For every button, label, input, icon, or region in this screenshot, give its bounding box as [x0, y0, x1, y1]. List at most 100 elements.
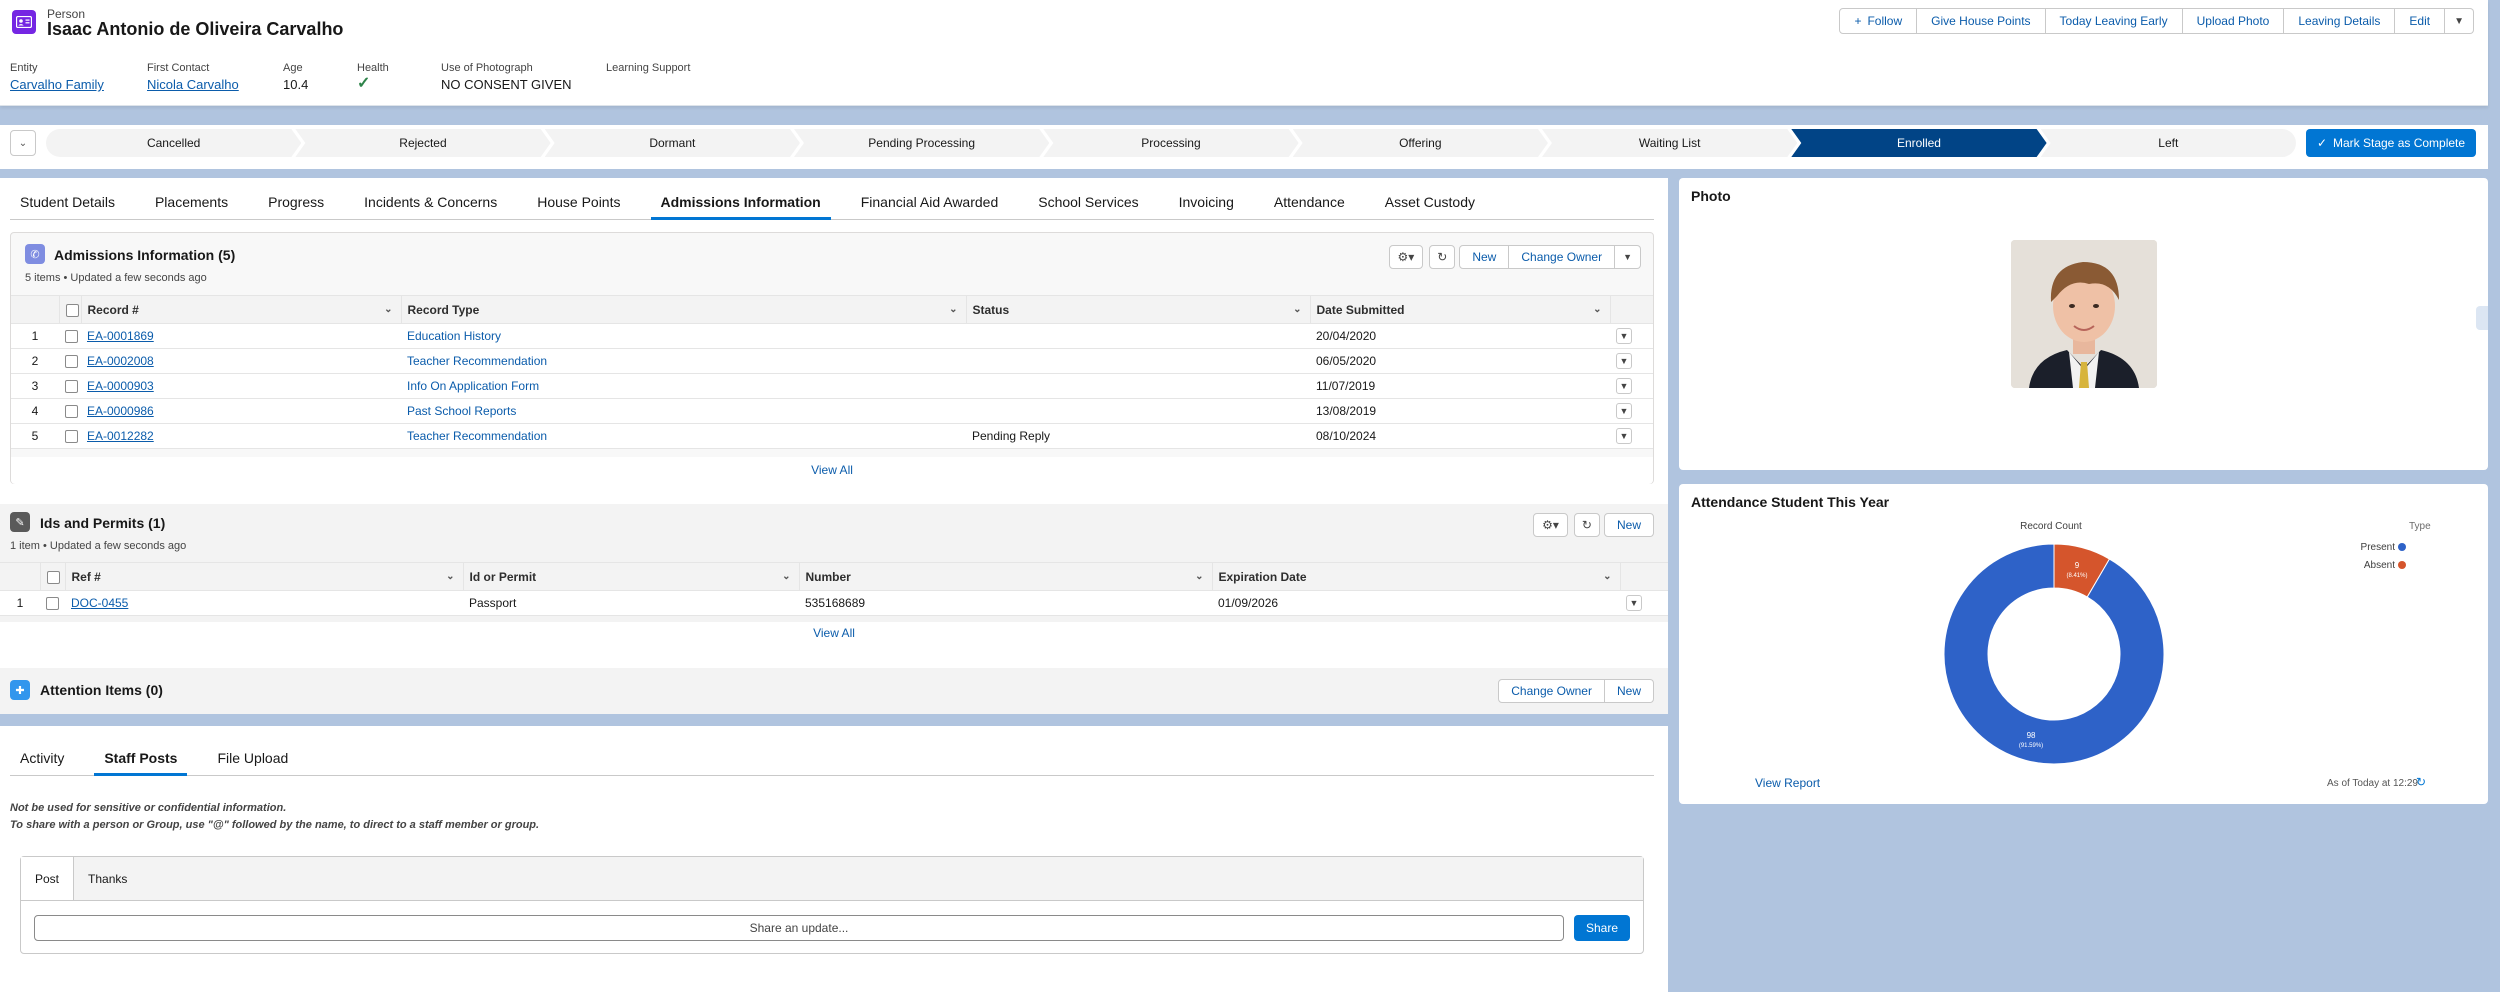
- new-id-button[interactable]: New: [1603, 513, 1654, 537]
- stage-left[interactable]: Left: [2040, 129, 2296, 157]
- tab-activity[interactable]: Activity: [10, 738, 74, 775]
- column-header[interactable]: Record Type ⌄: [400, 295, 966, 324]
- change-owner-button[interactable]: Change Owner: [1509, 245, 1616, 269]
- first-contact-link[interactable]: Nicola Carvalho: [147, 77, 239, 92]
- tab-incidents-concerns[interactable]: Incidents & Concerns: [354, 178, 507, 219]
- row-actions-button[interactable]: ▼: [1616, 378, 1632, 394]
- chevron-down-icon: ⌄: [1603, 571, 1612, 582]
- select-all-checkbox[interactable]: [46, 570, 60, 584]
- publisher-tab-post[interactable]: Post: [21, 857, 75, 900]
- record-number-link[interactable]: EA-0001869: [87, 329, 154, 343]
- record-number-link[interactable]: EA-0012282: [87, 429, 154, 443]
- share-update-input[interactable]: Share an update...: [34, 915, 1564, 941]
- refresh-button[interactable]: ↻: [1429, 245, 1456, 269]
- record-type-link[interactable]: Info On Application Form: [407, 379, 539, 393]
- give-house-points-button[interactable]: Give House Points: [1917, 8, 2046, 34]
- header-actions: + Follow Give House Points Today Leaving …: [1839, 8, 2474, 34]
- row-checkbox[interactable]: [65, 380, 78, 394]
- attention-icon: ✚: [10, 680, 30, 700]
- tab-invoicing[interactable]: Invoicing: [1169, 178, 1244, 219]
- tab-attendance[interactable]: Attendance: [1264, 178, 1355, 219]
- column-header[interactable]: Ref # ⌄: [64, 562, 463, 591]
- tab-financial-aid[interactable]: Financial Aid Awarded: [851, 178, 1009, 219]
- legend-swatch-present[interactable]: [2398, 543, 2406, 551]
- tab-student-details[interactable]: Student Details: [10, 178, 125, 219]
- row-checkbox[interactable]: [65, 430, 78, 444]
- more-actions-button[interactable]: ▼: [2445, 8, 2474, 34]
- stage-enrolled[interactable]: Enrolled: [1791, 129, 2046, 157]
- row-actions-button[interactable]: ▼: [1616, 428, 1632, 444]
- feed-tabs: Activity Staff Posts File Upload: [10, 738, 1654, 776]
- follow-button[interactable]: + Follow: [1839, 8, 1918, 34]
- column-header[interactable]: Status ⌄: [965, 295, 1310, 324]
- tab-asset-custody[interactable]: Asset Custody: [1375, 178, 1485, 219]
- publisher-tab-thanks[interactable]: Thanks: [74, 857, 141, 900]
- column-header[interactable]: Date Submitted ⌄: [1309, 295, 1610, 324]
- select-all-checkbox[interactable]: [65, 303, 79, 317]
- tab-school-services[interactable]: School Services: [1028, 178, 1148, 219]
- refresh-icon: ↻: [1437, 250, 1448, 264]
- record-number-link[interactable]: EA-0002008: [87, 354, 154, 368]
- column-header[interactable]: Number ⌄: [798, 562, 1212, 591]
- row-checkbox[interactable]: [65, 355, 78, 369]
- row-actions-button[interactable]: ▼: [1616, 328, 1632, 344]
- record-type-link[interactable]: Education History: [407, 329, 501, 343]
- row-checkbox[interactable]: [65, 330, 78, 344]
- upload-photo-button[interactable]: Upload Photo: [2182, 8, 2285, 34]
- record-type-link[interactable]: Past School Reports: [407, 404, 516, 418]
- list-settings-button[interactable]: ⚙▾: [1388, 245, 1424, 269]
- record-number-link[interactable]: EA-0000986: [87, 404, 154, 418]
- stage-pending-processing[interactable]: Pending Processing: [794, 129, 1049, 157]
- column-header[interactable]: Id or Permit ⌄: [462, 562, 799, 591]
- row-checkbox[interactable]: [46, 597, 59, 611]
- tab-staff-posts[interactable]: Staff Posts: [94, 738, 188, 776]
- legend-swatch-absent[interactable]: [2398, 561, 2406, 569]
- stage-processing[interactable]: Processing: [1043, 129, 1298, 157]
- record-number-link[interactable]: EA-0000903: [87, 379, 154, 393]
- view-report-link[interactable]: View Report: [1755, 776, 1820, 790]
- record-type-link[interactable]: Teacher Recommendation: [407, 429, 547, 443]
- tab-house-points[interactable]: House Points: [527, 178, 630, 219]
- refresh-button[interactable]: ↻: [1573, 513, 1600, 537]
- today-leaving-early-button[interactable]: Today Leaving Early: [2045, 8, 2183, 34]
- refresh-chart-icon[interactable]: ↻: [2416, 775, 2426, 789]
- slice-present[interactable]: [1943, 543, 2165, 765]
- admissions-view-all-link[interactable]: View All: [11, 463, 1653, 477]
- mark-stage-complete-button[interactable]: ✓ Mark Stage as Complete: [2306, 129, 2476, 157]
- slice-percent-label: (91.59%): [2019, 743, 2043, 749]
- admissions-title: Admissions Information (5): [54, 247, 236, 263]
- row-actions-button[interactable]: ▼: [1626, 595, 1642, 611]
- record-type-link[interactable]: Teacher Recommendation: [407, 354, 547, 368]
- attention-new-button[interactable]: New: [1604, 679, 1654, 703]
- tab-admissions-information[interactable]: Admissions Information: [650, 178, 831, 220]
- share-button[interactable]: Share: [1574, 915, 1630, 941]
- entity-link[interactable]: Carvalho Family: [10, 77, 104, 92]
- leaving-details-button[interactable]: Leaving Details: [2284, 8, 2396, 34]
- ref-link[interactable]: DOC-0455: [71, 596, 128, 610]
- tab-progress[interactable]: Progress: [258, 178, 334, 219]
- ids-view-all-link[interactable]: View All: [0, 626, 1668, 640]
- stage-rejected[interactable]: Rejected: [295, 129, 550, 157]
- stage-path: Cancelled Rejected Dormant Pending Proce…: [46, 129, 2296, 157]
- tab-file-upload[interactable]: File Upload: [207, 738, 298, 775]
- column-header[interactable]: Expiration Date ⌄: [1211, 562, 1620, 591]
- path-toggle-button[interactable]: ⌄: [10, 130, 36, 156]
- slice-percent-label: (8.41%): [2066, 573, 2087, 579]
- collapse-handle[interactable]: [2476, 306, 2488, 330]
- row-actions-button[interactable]: ▼: [1616, 403, 1632, 419]
- stage-offering[interactable]: Offering: [1293, 129, 1548, 157]
- tab-placements[interactable]: Placements: [145, 178, 238, 219]
- publisher: Post Thanks Share an update... Share: [20, 856, 1644, 954]
- edit-button[interactable]: Edit: [2395, 8, 2446, 34]
- stage-dormant[interactable]: Dormant: [545, 129, 800, 157]
- row-actions-button[interactable]: ▼: [1616, 353, 1632, 369]
- list-settings-button[interactable]: ⚙▾: [1533, 513, 1568, 537]
- row-checkbox[interactable]: [65, 405, 78, 419]
- new-admission-button[interactable]: New: [1459, 245, 1510, 269]
- column-header[interactable]: Record # ⌄: [80, 295, 401, 324]
- stage-waiting-list[interactable]: Waiting List: [1542, 129, 1797, 157]
- entity-label: Entity: [10, 62, 38, 74]
- stage-cancelled[interactable]: Cancelled: [46, 129, 301, 157]
- attention-change-owner-button[interactable]: Change Owner: [1498, 679, 1605, 703]
- more-list-actions-button[interactable]: ▼: [1615, 245, 1641, 269]
